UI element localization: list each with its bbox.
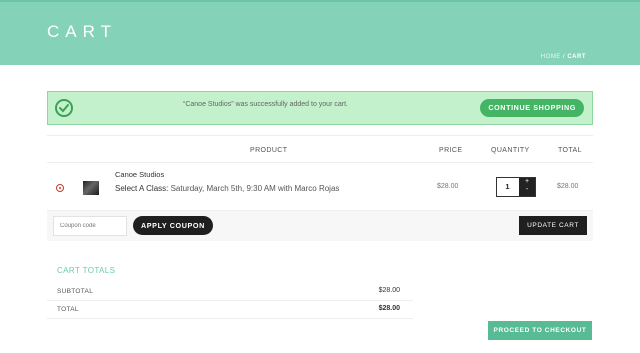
table-row: Canoe Studios Select A Class: Saturday, … [47, 163, 593, 211]
product-class: Select A Class: Saturday, March 5th, 9:3… [115, 184, 339, 193]
column-total: TOTAL [558, 147, 582, 154]
column-price: PRICE [439, 147, 463, 154]
breadcrumb: HOME / CART [541, 54, 586, 60]
total-label: TOTAL [57, 306, 79, 313]
cart-totals-title: CART TOTALS [57, 266, 116, 275]
quantity-step-buttons[interactable]: + - [519, 178, 535, 196]
product-price: $28.00 [437, 183, 459, 190]
cart-page: CART HOME / CART “Canoe Studios” was suc… [0, 0, 640, 353]
page-title: CART [47, 22, 117, 41]
notice-message: “Canoe Studios” was successfully added t… [183, 101, 348, 108]
class-label: Select A Class: [115, 184, 169, 193]
quantity-input[interactable]: 1 [497, 178, 518, 196]
column-quantity: QUANTITY [491, 147, 530, 154]
remove-item-icon[interactable] [56, 184, 64, 192]
column-product: PRODUCT [250, 147, 288, 154]
table-header: PRODUCT PRICE QUANTITY TOTAL [47, 135, 593, 163]
coupon-input[interactable] [53, 216, 127, 236]
subtotal-value: $28.00 [378, 287, 400, 294]
plus-icon[interactable]: + [525, 178, 529, 185]
quantity-stepper[interactable]: 1 + - [496, 177, 536, 197]
minus-icon[interactable]: - [526, 186, 528, 193]
page-header: CART HOME / CART [0, 0, 640, 65]
apply-coupon-button[interactable]: APPLY COUPON [133, 216, 213, 235]
breadcrumb-separator: / [562, 54, 566, 60]
success-notice: “Canoe Studios” was successfully added t… [47, 91, 593, 125]
subtotal-row: SUBTOTAL $28.00 [47, 283, 413, 301]
line-total: $28.00 [557, 183, 579, 190]
cart-actions: APPLY COUPON UPDATE CART [47, 211, 593, 241]
update-cart-button[interactable]: UPDATE CART [519, 216, 587, 235]
total-value: $28.00 [378, 305, 400, 312]
product-thumbnail[interactable] [83, 181, 99, 195]
subtotal-label: SUBTOTAL [57, 288, 94, 295]
breadcrumb-current: CART [567, 54, 586, 60]
breadcrumb-home[interactable]: HOME [541, 54, 561, 60]
check-circle-icon [55, 99, 73, 117]
product-name[interactable]: Canoe Studios [115, 170, 164, 179]
cart-table: PRODUCT PRICE QUANTITY TOTAL Canoe Studi… [47, 135, 593, 211]
proceed-to-checkout-button[interactable]: PROCEED TO CHECKOUT [488, 321, 592, 340]
class-value: Saturday, March 5th, 9:30 AM with Marco … [170, 184, 340, 193]
continue-shopping-button[interactable]: CONTINUE SHOPPING [480, 99, 584, 117]
total-row: TOTAL $28.00 [47, 301, 413, 319]
